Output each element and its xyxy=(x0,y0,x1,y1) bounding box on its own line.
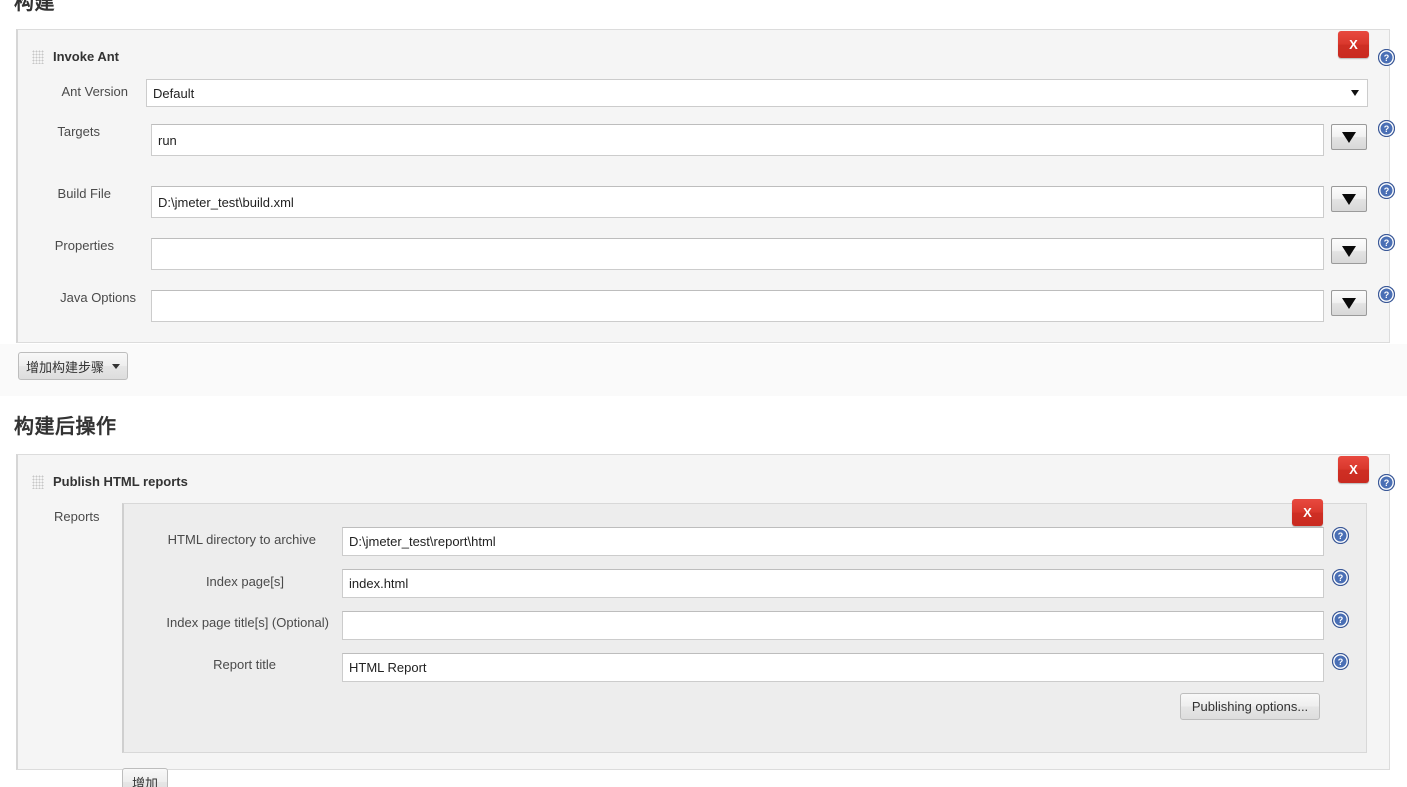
invoke-ant-header: Invoke Ant xyxy=(32,49,119,64)
properties-input[interactable] xyxy=(151,238,1324,270)
add-build-step-button[interactable]: 增加构建步骤 xyxy=(18,352,128,380)
targets-dropdown-button[interactable] xyxy=(1331,124,1367,150)
report-title-input[interactable] xyxy=(342,653,1324,682)
jenkins-job-config-page: 构建 Invoke Ant X ? Ant Version Default Ta… xyxy=(0,0,1407,787)
add-build-step-label: 增加构建步骤 xyxy=(26,359,105,375)
help-icon-report-title[interactable]: ? xyxy=(1332,653,1349,670)
label-ant-version: Ant Version xyxy=(61,84,129,99)
html-directory-to-archive-input[interactable] xyxy=(342,527,1324,556)
delete-postbuild-action-button[interactable]: X xyxy=(1338,456,1369,483)
help-icon-html-directory[interactable]: ? xyxy=(1332,527,1349,544)
svg-text:?: ? xyxy=(1384,238,1390,248)
chevron-down-icon-java-options xyxy=(1342,297,1356,309)
properties-dropdown-button[interactable] xyxy=(1331,238,1367,264)
label-build-file: Build File xyxy=(57,186,111,201)
chevron-down-icon-build-file xyxy=(1342,193,1356,205)
help-icon-targets[interactable]: ? xyxy=(1378,120,1395,137)
delete-report-item-button[interactable]: X xyxy=(1292,499,1323,526)
label-reports: Reports xyxy=(54,509,100,524)
drag-handle-icon[interactable] xyxy=(32,49,44,64)
label-report-title: Report title xyxy=(213,657,276,672)
svg-text:?: ? xyxy=(1338,615,1344,625)
svg-text:?: ? xyxy=(1384,186,1390,196)
index-page-titles-input[interactable] xyxy=(342,611,1324,640)
svg-text:?: ? xyxy=(1384,124,1390,134)
add-report-label: 增加 xyxy=(131,775,158,787)
help-icon-index-pages[interactable]: ? xyxy=(1332,569,1349,586)
svg-text:?: ? xyxy=(1384,478,1390,488)
svg-text:?: ? xyxy=(1384,290,1390,300)
invoke-ant-title: Invoke Ant xyxy=(53,49,119,64)
add-build-step-strip xyxy=(0,344,1407,397)
help-icon-invoke-ant[interactable]: ? xyxy=(1378,49,1395,66)
publish-html-reports-title: Publish HTML reports xyxy=(53,474,188,489)
ant-version-select[interactable]: Default xyxy=(146,79,1368,107)
label-java-options: Java Options xyxy=(60,290,136,305)
page-title-build: 构建 xyxy=(14,0,55,14)
help-icon-publish-html-reports[interactable]: ? xyxy=(1378,474,1395,491)
index-pages-input[interactable] xyxy=(342,569,1324,598)
publish-html-reports-header: Publish HTML reports xyxy=(32,474,188,489)
label-properties: Properties xyxy=(54,238,114,253)
ant-version-select-wrapper: Default xyxy=(146,79,1368,107)
delete-build-step-button[interactable]: X xyxy=(1338,31,1369,58)
publishing-options-label: Publishing options... xyxy=(1191,699,1309,714)
help-icon-properties[interactable]: ? xyxy=(1378,234,1395,251)
help-icon-index-page-titles[interactable]: ? xyxy=(1332,611,1349,628)
help-icon-java-options[interactable]: ? xyxy=(1378,286,1395,303)
svg-text:?: ? xyxy=(1338,657,1344,667)
chevron-down-icon-properties xyxy=(1342,245,1356,257)
section-divider xyxy=(0,396,1407,404)
label-index-pages: Index page[s] xyxy=(205,574,284,589)
label-html-directory-to-archive: HTML directory to archive xyxy=(167,532,316,547)
drag-handle-icon-publish[interactable] xyxy=(32,474,44,489)
publishing-options-button[interactable]: Publishing options... xyxy=(1180,693,1320,720)
help-icon-build-file[interactable]: ? xyxy=(1378,182,1395,199)
svg-text:?: ? xyxy=(1384,53,1390,63)
build-file-input[interactable] xyxy=(151,186,1324,218)
build-file-dropdown-button[interactable] xyxy=(1331,186,1367,212)
java-options-dropdown-button[interactable] xyxy=(1331,290,1367,316)
chevron-down-icon-targets xyxy=(1342,131,1356,143)
svg-text:?: ? xyxy=(1338,573,1344,583)
java-options-input[interactable] xyxy=(151,290,1324,322)
chevron-down-icon-add-build-step xyxy=(112,363,121,369)
add-report-button[interactable]: 增加 xyxy=(122,768,168,787)
targets-input[interactable] xyxy=(151,124,1324,156)
page-title-postbuild: 构建后操作 xyxy=(14,416,117,438)
svg-text:?: ? xyxy=(1338,531,1344,541)
label-targets: Targets xyxy=(57,124,100,139)
label-index-page-titles: Index page title[s] (Optional) xyxy=(166,615,329,630)
